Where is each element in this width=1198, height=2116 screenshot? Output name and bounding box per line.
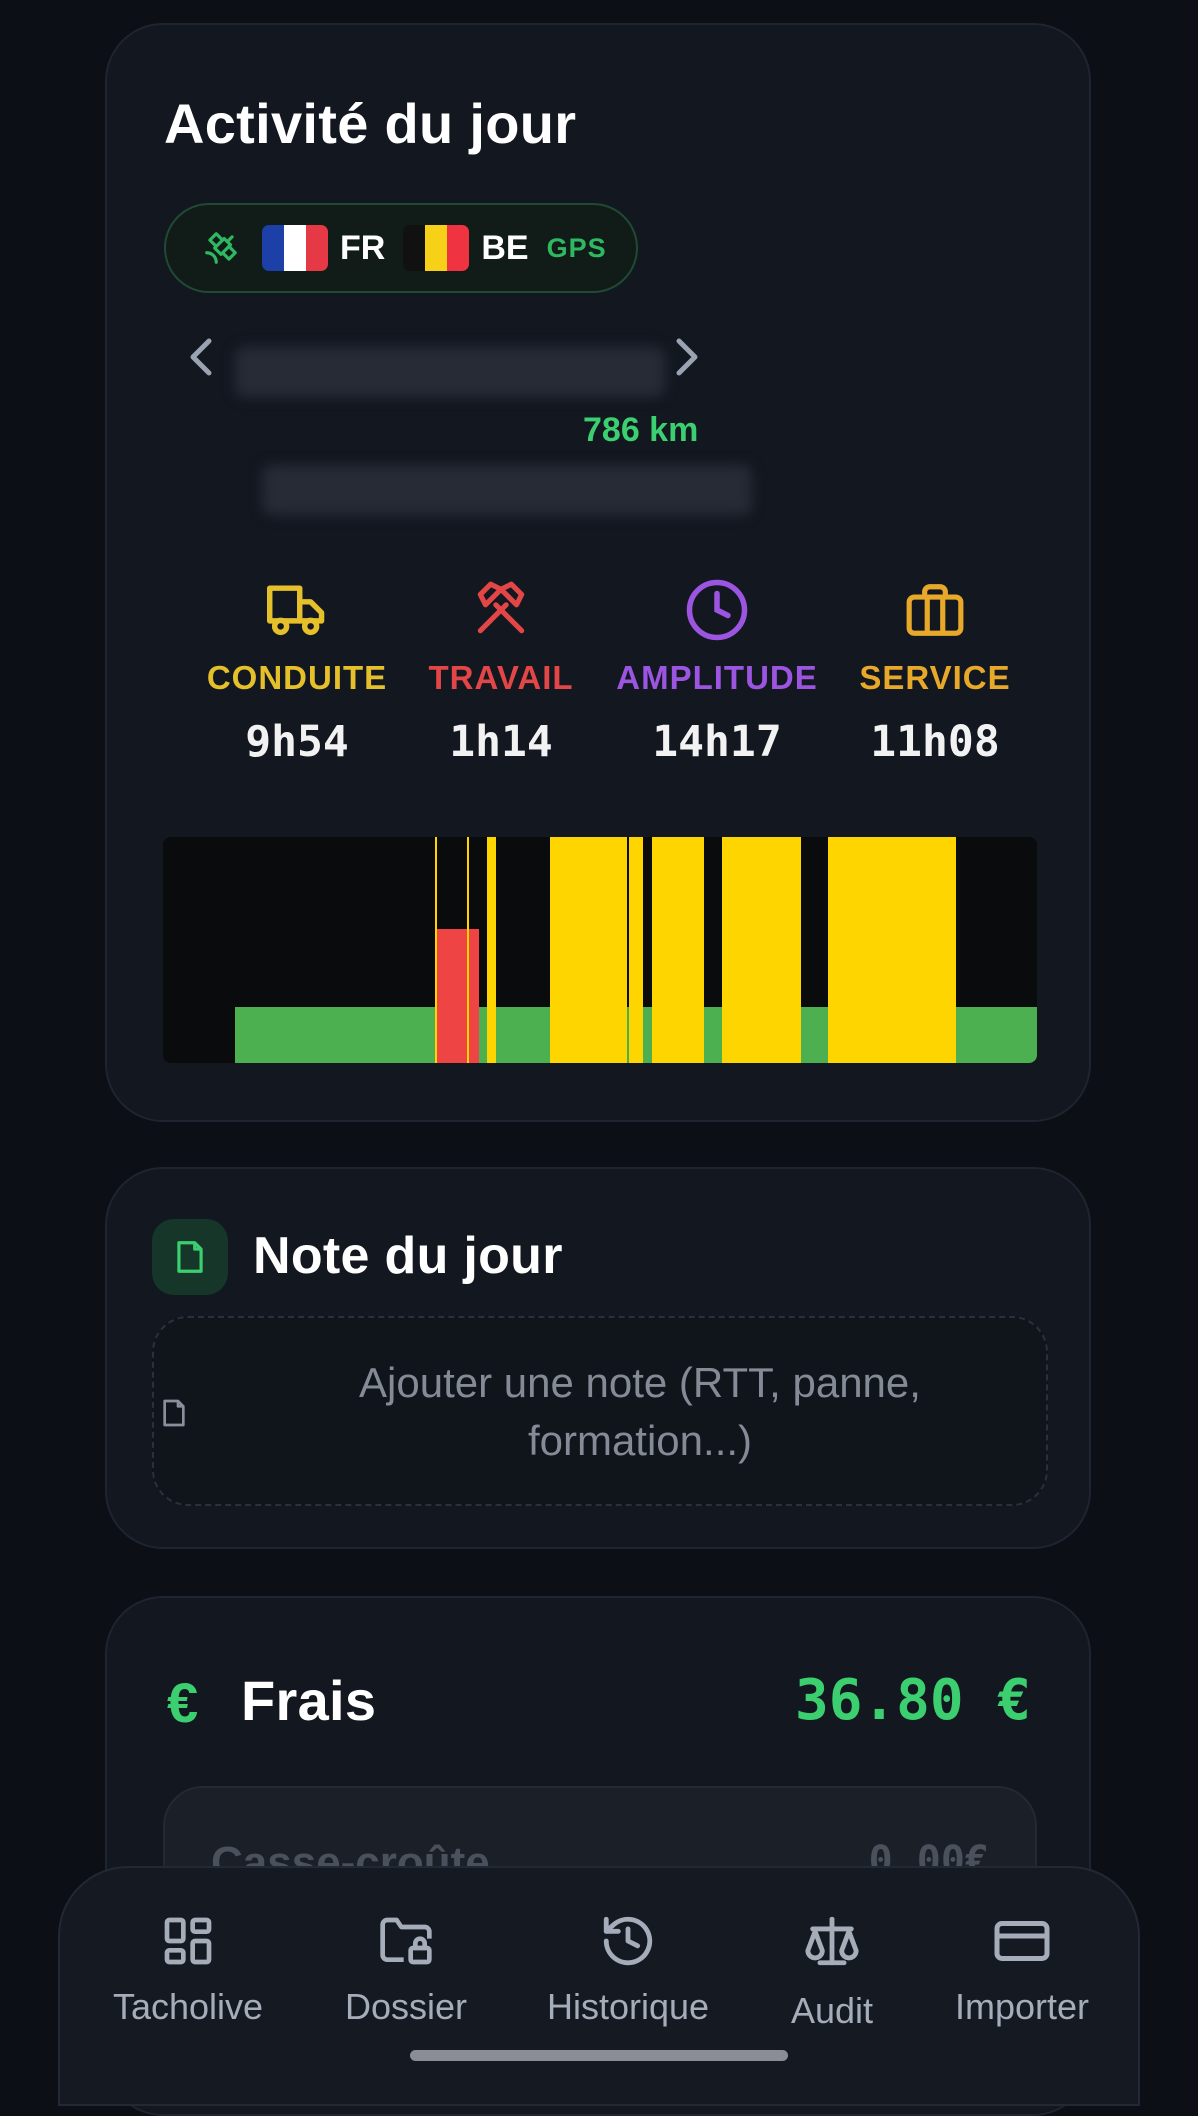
belgium-flag: [403, 225, 470, 271]
frais-title: Frais: [241, 1669, 377, 1732]
stat-value: 11h08: [870, 717, 1000, 767]
timeline-drive: [828, 837, 956, 1063]
nav-label: Audit: [790, 1990, 874, 2031]
date-redacted: [235, 347, 665, 397]
nav-label: Tacholive: [112, 1986, 264, 2027]
country-code-fr: FR: [340, 228, 386, 267]
nav-dossier[interactable]: Dossier: [296, 1908, 516, 2028]
clock-icon: [607, 575, 827, 645]
hammers-icon: [391, 575, 611, 645]
nav-label: Importer: [954, 1986, 1090, 2027]
nav-importer[interactable]: Importer: [912, 1908, 1132, 2028]
satellite-icon: [202, 229, 240, 267]
country-code-be: BE: [481, 228, 529, 267]
nav-label: Historique: [546, 1986, 710, 2027]
note-file-icon: [158, 1396, 190, 1430]
stat-value: 9h54: [245, 717, 349, 767]
dashboard-icon: [78, 1908, 298, 1974]
gps-label: GPS: [546, 232, 607, 263]
briefcase-icon: [825, 575, 1045, 645]
bottom-nav: Tacholive Dossier Historique Audit Impor…: [58, 1866, 1140, 2106]
vehicle-redacted: [262, 465, 752, 515]
note-placeholder: Ajouter une note (RTT, panne, formation.…: [359, 1359, 921, 1464]
timeline-drive: [722, 837, 801, 1063]
activity-card: Activité du jour FR BE GPS 786 km CONDUI…: [105, 23, 1091, 1122]
stat-amplitude: AMPLITUDE 14h17: [607, 575, 827, 767]
frais-total: 36.80 €: [794, 1668, 1031, 1733]
note-input[interactable]: Ajouter une note (RTT, panne, formation.…: [152, 1316, 1048, 1506]
next-day-button[interactable]: [673, 337, 701, 387]
nav-historique[interactable]: Historique: [518, 1908, 738, 2028]
note-icon: [171, 1238, 209, 1276]
stat-value: 1h14: [449, 717, 553, 767]
stat-label: TRAVAIL: [428, 659, 574, 696]
stat-label: CONDUITE: [206, 659, 388, 696]
france-flag: [262, 225, 328, 271]
history-icon: [518, 1908, 738, 1974]
activity-title: Activité du jour: [164, 92, 577, 155]
country-gps-pill[interactable]: FR BE GPS: [164, 203, 638, 293]
stat-travail: TRAVAIL 1h14: [391, 575, 611, 767]
timeline-drive: [652, 837, 704, 1063]
home-indicator[interactable]: [410, 2050, 788, 2061]
card-icon: [912, 1908, 1132, 1974]
timeline-drive: [550, 837, 627, 1063]
stat-label: SERVICE: [859, 659, 1011, 696]
timeline-drive: [629, 837, 643, 1063]
stat-service: SERVICE 11h08: [825, 575, 1045, 767]
note-card: Note du jour Ajouter une note (RTT, pann…: [105, 1167, 1091, 1549]
folder-lock-icon: [296, 1908, 516, 1974]
timeline-work: [437, 929, 479, 1063]
timeline-drive: [487, 837, 496, 1063]
nav-audit[interactable]: Audit: [722, 1908, 942, 2032]
timeline-drive: [467, 837, 469, 1063]
stat-conduite: CONDUITE 9h54: [187, 575, 407, 767]
distance-value: 786 km: [583, 411, 699, 449]
activity-timeline[interactable]: [163, 837, 1037, 1063]
euro-icon: €: [167, 1671, 199, 1734]
stat-label: AMPLITUDE: [616, 659, 818, 696]
stat-value: 14h17: [652, 717, 782, 767]
nav-tacholive[interactable]: Tacholive: [78, 1908, 298, 2028]
note-title: Note du jour: [253, 1227, 563, 1285]
prev-day-button[interactable]: [187, 337, 215, 387]
nav-label: Dossier: [344, 1986, 468, 2027]
truck-icon: [187, 575, 407, 645]
scales-icon: [722, 1908, 942, 1974]
note-badge: [152, 1219, 228, 1295]
